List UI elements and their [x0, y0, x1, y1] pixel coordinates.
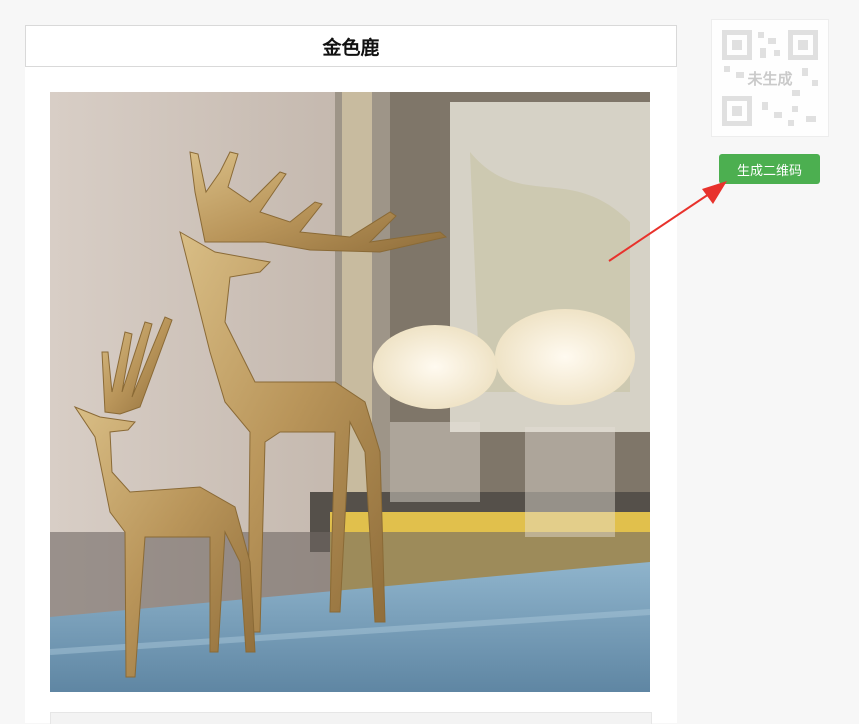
next-section-strip	[50, 712, 652, 724]
product-image	[50, 92, 650, 692]
qr-status-label: 未生成	[744, 69, 796, 89]
product-card: 金色鹿	[25, 25, 677, 724]
product-title: 金色鹿	[25, 25, 677, 67]
qr-code-placeholder: 未生成	[711, 19, 829, 137]
deer-figurines-illustration	[50, 92, 650, 692]
generate-qr-button[interactable]: 生成二维码	[719, 154, 820, 184]
